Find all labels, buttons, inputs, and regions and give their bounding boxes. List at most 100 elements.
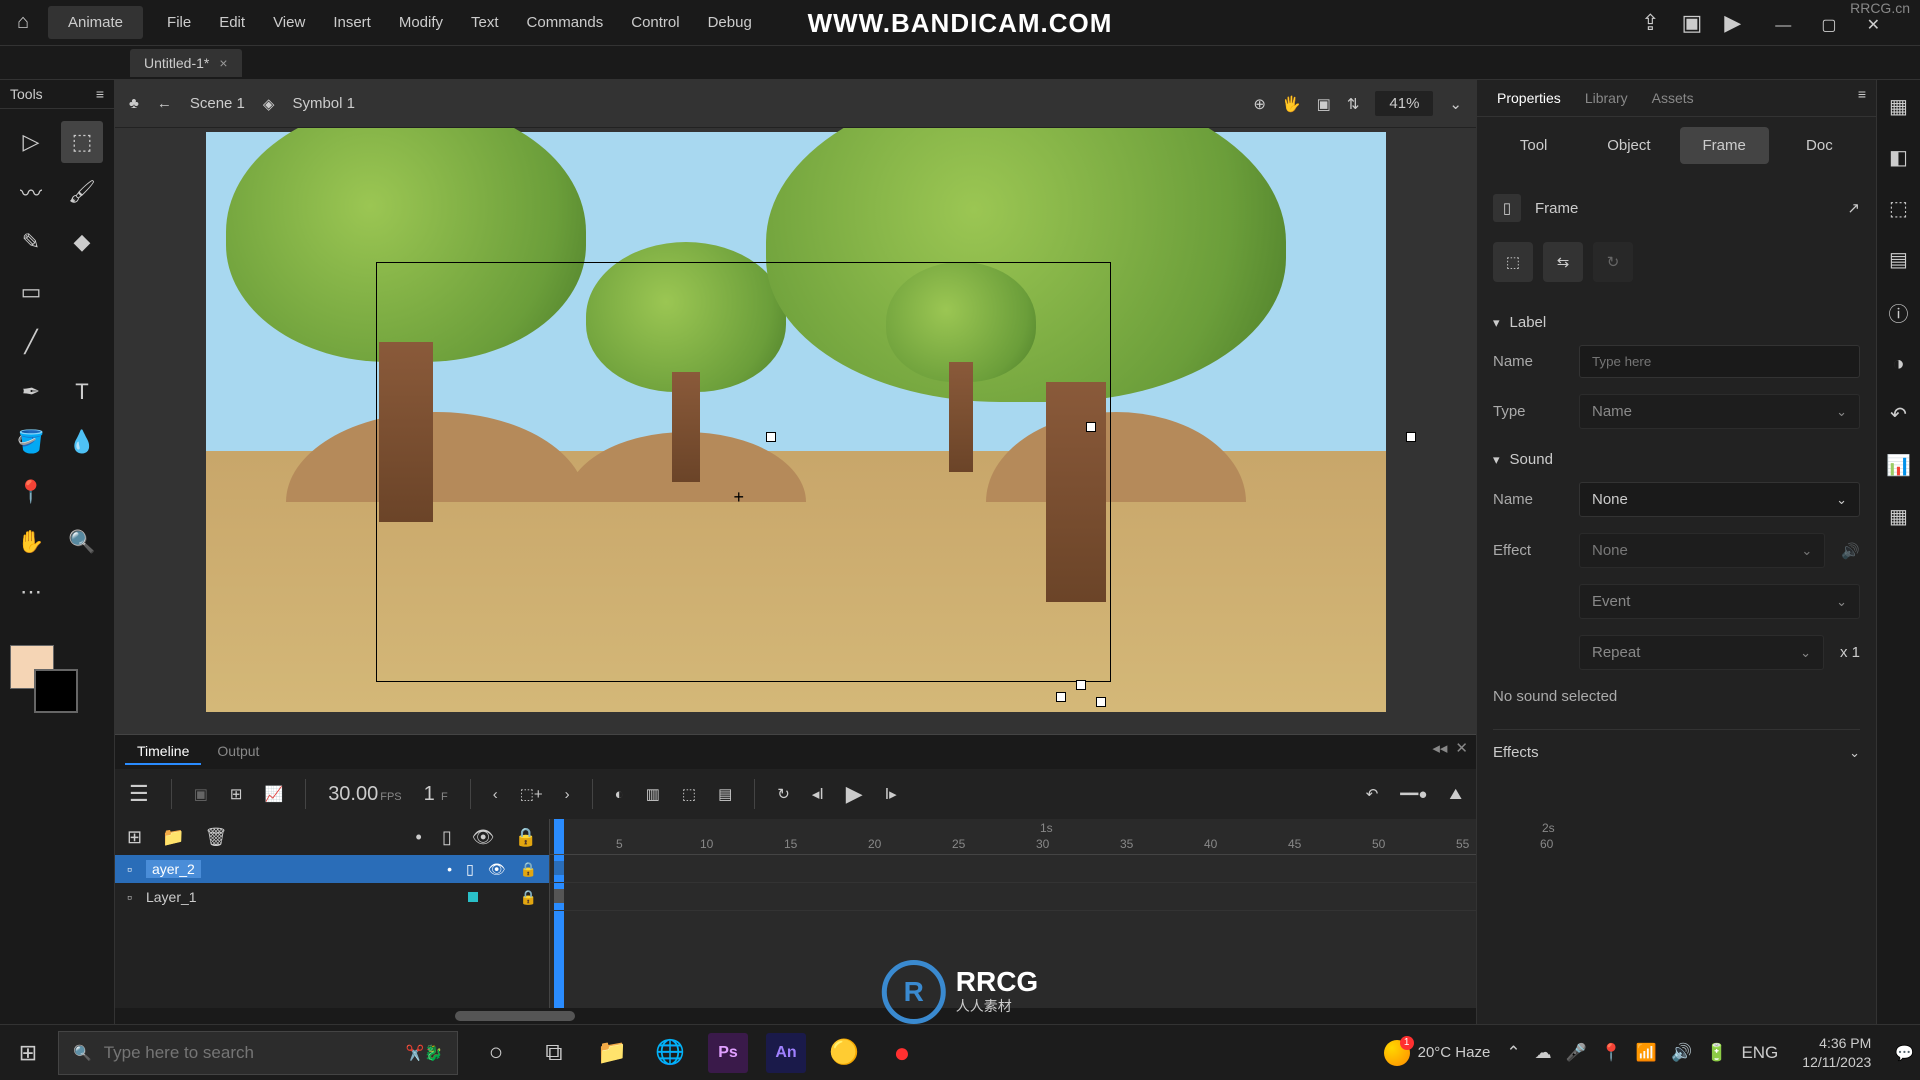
menu-debug[interactable]: Debug xyxy=(694,14,766,31)
search-box[interactable]: 🔍 ✂️🐉 xyxy=(58,1031,458,1075)
layer-row-2[interactable]: ▫ ayer_2 •▯👁🔒 xyxy=(115,855,549,883)
highlight-toggle-icon[interactable]: • xyxy=(416,827,422,848)
play-button[interactable]: ▶ xyxy=(846,781,863,807)
rail-library-icon[interactable]: ▤ xyxy=(1889,247,1908,272)
volume-icon[interactable]: 🔊 xyxy=(1671,1043,1692,1063)
maximize-button[interactable]: ▢ xyxy=(1809,17,1848,34)
system-tray[interactable]: ⌃ ☁ 🎤 📍 📶 🔊 🔋 ENG xyxy=(1506,1043,1778,1063)
play-icon[interactable]: ▶ xyxy=(1724,10,1741,36)
hand-tool[interactable]: ✋ xyxy=(10,521,52,563)
fps-display[interactable]: 30.00FPS xyxy=(328,783,401,806)
new-folder-icon[interactable]: 📁 xyxy=(162,827,184,848)
menu-commands[interactable]: Commands xyxy=(513,14,618,31)
rail-color-icon[interactable]: ◧ xyxy=(1889,145,1908,170)
layer-depth-icon[interactable]: 📈 xyxy=(265,785,284,803)
mic-icon[interactable]: 🎤 xyxy=(1566,1043,1587,1063)
tab-output[interactable]: Output xyxy=(205,739,271,765)
free-transform-tool[interactable]: ⬚ xyxy=(61,121,103,163)
scene-crumb[interactable]: Scene 1 xyxy=(190,95,245,112)
collapse-icon[interactable]: ◂◂ xyxy=(1432,739,1447,757)
rail-info-icon[interactable]: ⓘ xyxy=(1889,298,1909,327)
app-icon[interactable]: 🟡 xyxy=(824,1033,864,1073)
tools-menu-icon[interactable]: ≡ xyxy=(96,86,104,102)
transform-handle[interactable] xyxy=(1076,680,1086,690)
tab-assets[interactable]: Assets xyxy=(1642,86,1704,110)
text-tool[interactable]: T xyxy=(61,371,103,413)
tab-library[interactable]: Library xyxy=(1575,86,1638,110)
menu-modify[interactable]: Modify xyxy=(385,14,457,31)
rotate-icon[interactable]: 🖐 xyxy=(1282,95,1301,113)
home-icon[interactable]: ⌂ xyxy=(8,11,38,34)
panel-menu-icon[interactable]: ≡ xyxy=(1858,86,1866,110)
frame-row-layer1[interactable] xyxy=(550,883,1476,911)
section-label[interactable]: ▾ Label xyxy=(1493,300,1860,337)
explorer-icon[interactable]: 📁 xyxy=(592,1033,632,1073)
rail-align-icon[interactable]: ▦ xyxy=(1889,94,1908,119)
transform-handle[interactable] xyxy=(1056,692,1066,702)
transform-handle[interactable] xyxy=(1096,697,1106,707)
transform-handle[interactable] xyxy=(766,432,776,442)
eyedropper-tool[interactable]: 💧 xyxy=(61,421,103,463)
clock[interactable]: 4:36 PM 12/11/2023 xyxy=(1794,1034,1879,1070)
rail-components-icon[interactable]: 📊 xyxy=(1886,453,1911,478)
share-icon[interactable]: ⇪ xyxy=(1641,10,1659,36)
layer-parenting-icon[interactable]: ⊞ xyxy=(230,785,243,803)
document-tab[interactable]: Untitled-1* × xyxy=(130,49,242,77)
rail-vrbrush-icon[interactable]: ▦ xyxy=(1889,504,1908,529)
menu-control[interactable]: Control xyxy=(617,14,693,31)
chrome-icon[interactable]: 🌐 xyxy=(650,1033,690,1073)
timeline-scrollbar[interactable] xyxy=(115,1008,1476,1024)
expand-icon[interactable]: ↗ xyxy=(1847,199,1860,217)
sound-name-select[interactable]: None⌄ xyxy=(1579,482,1860,517)
zoom-dropdown-icon[interactable]: ⌄ xyxy=(1449,95,1462,113)
section-sound[interactable]: ▾ Sound xyxy=(1493,437,1860,474)
subtab-tool[interactable]: Tool xyxy=(1489,127,1578,164)
tab-timeline[interactable]: Timeline xyxy=(125,739,201,765)
frame-row-layer2[interactable] xyxy=(550,855,1476,883)
onion-skin-icon[interactable]: ◐ xyxy=(615,786,624,803)
delete-layer-icon[interactable]: 🗑 xyxy=(205,827,228,848)
animate-taskbar-icon[interactable]: An xyxy=(766,1033,806,1073)
lock-toggle-icon[interactable]: 🔒 xyxy=(515,827,537,848)
location-icon[interactable]: 📍 xyxy=(1601,1043,1622,1063)
start-button[interactable]: ⊞ xyxy=(6,1031,50,1075)
prev-frame-icon[interactable]: ◂Ⅰ xyxy=(812,785,824,803)
task-view-icon[interactable]: ⧉ xyxy=(534,1033,574,1073)
close-button[interactable]: ✕ xyxy=(1855,17,1892,34)
line-tool[interactable]: ╱ xyxy=(10,321,52,363)
insert-keyframe-icon[interactable]: ⬚+ xyxy=(520,785,543,803)
battery-icon[interactable]: 🔋 xyxy=(1706,1043,1727,1063)
edit-sound-icon[interactable]: 🔊 xyxy=(1841,542,1860,560)
center-stage-icon[interactable]: ⊕ xyxy=(1253,95,1266,113)
edit-frames-icon[interactable]: ⬚ xyxy=(682,785,696,803)
layer-name-edit[interactable]: ayer_2 xyxy=(146,860,201,878)
menu-file[interactable]: File xyxy=(153,14,205,31)
add-filter-icon[interactable]: ⬚ xyxy=(1493,242,1533,282)
swap-icon[interactable]: ⇆ xyxy=(1543,242,1583,282)
symbol-crumb[interactable]: Symbol 1 xyxy=(292,95,355,112)
fit-icon[interactable]: ⛰ xyxy=(1449,786,1462,803)
notifications-icon[interactable]: 💬 xyxy=(1895,1044,1914,1062)
next-frame-icon[interactable]: Ⅰ▸ xyxy=(885,785,897,803)
sound-effect-select[interactable]: None⌄ xyxy=(1579,533,1825,568)
lasso-tool[interactable]: 〰 xyxy=(10,171,52,213)
menu-edit[interactable]: Edit xyxy=(205,14,259,31)
cortana-icon[interactable]: ○ xyxy=(476,1033,516,1073)
onedrive-icon[interactable]: ☁ xyxy=(1535,1043,1552,1063)
close-tab-icon[interactable]: × xyxy=(219,55,227,71)
sync-mode-select[interactable]: Event⌄ xyxy=(1579,584,1860,619)
eraser-tool[interactable]: ◆ xyxy=(61,221,103,263)
weather-widget[interactable]: 1 20°C Haze xyxy=(1384,1040,1491,1066)
phpstorm-icon[interactable]: Ps xyxy=(708,1033,748,1073)
step-back-icon[interactable]: ‹ xyxy=(493,786,498,803)
subtab-object[interactable]: Object xyxy=(1584,127,1673,164)
menu-view[interactable]: View xyxy=(259,14,319,31)
transform-handle[interactable] xyxy=(1406,432,1416,442)
undo-icon[interactable]: ↶ xyxy=(1366,785,1379,803)
brush-tool[interactable]: 🖌 xyxy=(61,171,103,213)
camera-layer-icon[interactable]: ▣ xyxy=(194,785,208,803)
edit-scene-icon[interactable]: ♣ xyxy=(129,95,139,112)
clip-icon[interactable]: ▣ xyxy=(1317,95,1331,113)
label-type-select[interactable]: Name⌄ xyxy=(1579,394,1860,429)
menu-text[interactable]: Text xyxy=(457,14,513,31)
